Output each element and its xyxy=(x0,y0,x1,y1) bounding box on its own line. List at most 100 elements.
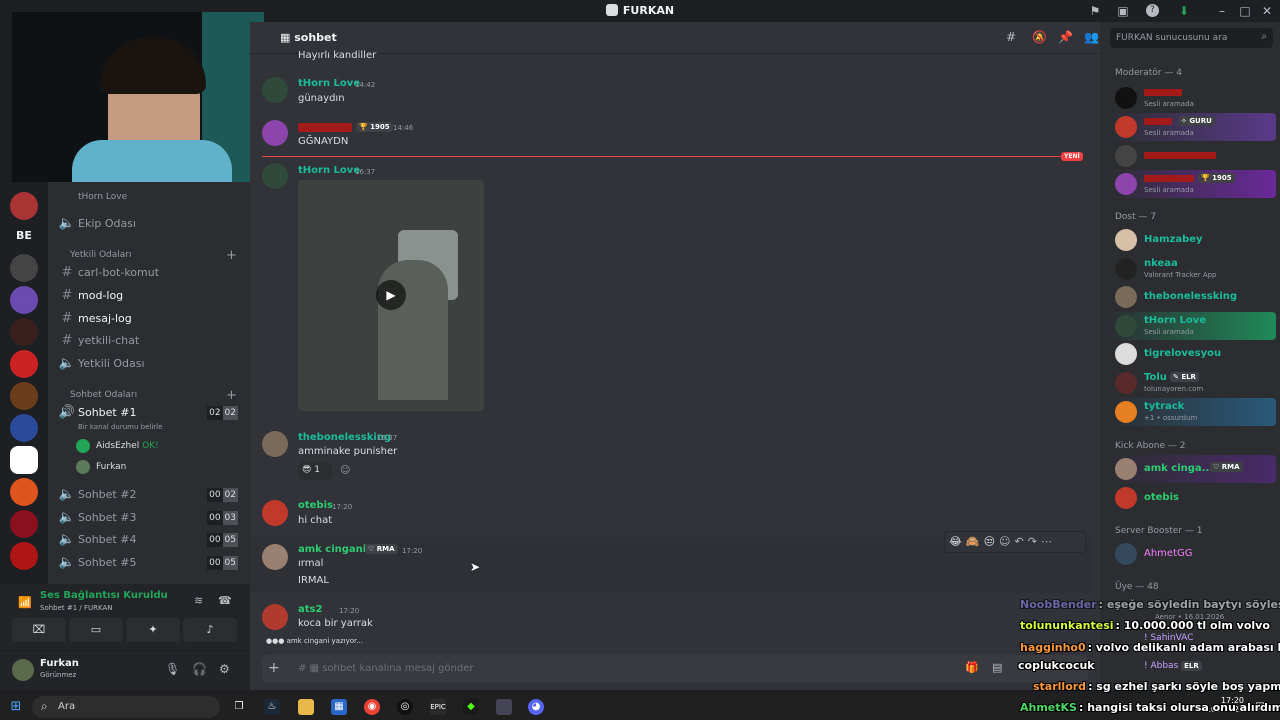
reaction[interactable]: 😎 1 xyxy=(298,462,332,480)
inbox-flag-icon[interactable]: ⚑ xyxy=(1087,3,1103,19)
channel-yetkili-chat[interactable]: # yetkili-chat xyxy=(56,331,242,351)
message-author[interactable]: ats2 xyxy=(298,604,322,615)
channel-ekip[interactable]: 🔈 Ekip Odası xyxy=(56,214,242,234)
server-icon[interactable] xyxy=(10,254,38,282)
message-input[interactable]: # ▦ sohbet kanalına mesaj gönder xyxy=(298,663,473,674)
store-icon[interactable]: ▦ xyxy=(331,699,347,715)
server-icon[interactable] xyxy=(10,510,38,538)
server-icon[interactable] xyxy=(10,446,38,474)
add-reaction-icon[interactable]: ☺ xyxy=(999,535,1014,548)
microphone-icon[interactable]: 🎙 xyxy=(165,662,180,676)
server-icon[interactable] xyxy=(10,318,38,346)
member-item[interactable]: tigrelovesyou xyxy=(1108,340,1276,368)
message-author[interactable]: tHorn Love xyxy=(298,165,360,176)
voice-channel-sohbet-5[interactable]: 🔈 Sohbet #5 00 05 xyxy=(56,553,242,573)
member-item[interactable]: tytrack +1 • ossurdum xyxy=(1108,398,1276,426)
server-icon[interactable] xyxy=(10,478,38,506)
kick-icon[interactable]: ◆ xyxy=(463,699,479,715)
message-author-redacted[interactable] xyxy=(298,123,352,132)
channel-mesaj-log[interactable]: # mesaj-log xyxy=(56,309,242,329)
member-item[interactable]: amk cinga... ♡ RMA xyxy=(1108,455,1276,483)
video-attachment[interactable]: ▶ xyxy=(298,180,484,411)
message-author[interactable]: otebis xyxy=(298,500,333,511)
channel-mod-log[interactable]: # mod-log xyxy=(56,286,242,306)
category-sohbet[interactable]: Sohbet Odaları + xyxy=(56,388,237,403)
gift-icon[interactable]: 🎁 xyxy=(965,661,979,674)
voice-user-row[interactable]: tHorn Love xyxy=(78,187,264,207)
member-name[interactable]: ! Abbas ELR xyxy=(1144,661,1202,671)
more-icon[interactable]: ⋯ xyxy=(1041,535,1056,548)
voice-user-furkan[interactable]: Furkan xyxy=(76,458,126,476)
headphones-icon[interactable]: 🎧 xyxy=(192,662,207,676)
settings-gear-icon[interactable]: ⚙ xyxy=(219,662,230,676)
voice-user-aidsezhel[interactable]: AidsEzhel OK! xyxy=(76,437,159,455)
add-reaction-icon[interactable]: ☺ xyxy=(340,465,350,476)
server-icon[interactable] xyxy=(10,542,38,570)
gif-icon[interactable]: ▤ xyxy=(992,661,1002,674)
voice-channel-sohbet-3[interactable]: 🔈 Sohbet #3 00 03 xyxy=(56,508,242,528)
avatar[interactable] xyxy=(262,544,288,570)
avatar[interactable] xyxy=(262,120,288,146)
emoji-reaction-icon[interactable]: 🙈 xyxy=(966,535,984,548)
member-item[interactable] xyxy=(1108,142,1276,170)
member-item[interactable]: Hamzabey xyxy=(1108,226,1276,254)
message-author[interactable]: amk cingani xyxy=(298,544,366,555)
emoji-reaction-icon[interactable]: 😒 xyxy=(984,535,999,548)
server-search-input[interactable]: FURKAN sunucusunu ara ⌕ xyxy=(1110,28,1273,48)
reply-icon[interactable]: ↶ xyxy=(1015,535,1028,548)
server-icon[interactable] xyxy=(10,350,38,378)
discord-icon[interactable]: ◕ xyxy=(528,699,544,715)
task-view-icon[interactable]: ❐ xyxy=(231,699,247,715)
obs-icon[interactable]: ◎ xyxy=(397,699,413,715)
file-explorer-icon[interactable] xyxy=(298,699,314,715)
member-list-icon[interactable]: 👥 xyxy=(1084,30,1099,44)
voice-channel-sohbet-4[interactable]: 🔈 Sohbet #4 00 05 xyxy=(56,530,242,550)
server-icon-be[interactable]: BE xyxy=(10,222,38,250)
add-channel-icon[interactable]: + xyxy=(226,248,237,263)
minimize-icon[interactable]: – xyxy=(1214,3,1230,19)
channel-yetkili-odasi[interactable]: 🔈 Yetkili Odası xyxy=(56,354,242,374)
play-icon[interactable]: ▶ xyxy=(376,280,406,310)
member-item[interactable]: thebonelessking xyxy=(1108,283,1276,311)
download-icon[interactable]: ⬇ xyxy=(1176,3,1192,19)
steam-icon[interactable]: ♨ xyxy=(264,699,280,715)
member-item[interactable]: otebis xyxy=(1108,484,1276,512)
avatar[interactable] xyxy=(262,500,288,526)
epic-games-icon[interactable]: EPIC xyxy=(430,699,446,715)
member-item[interactable]: nkeaa Valorant Tracker App xyxy=(1108,255,1276,283)
avatar[interactable] xyxy=(262,163,288,189)
noise-suppression-icon[interactable]: ≋ xyxy=(194,594,203,607)
server-icon[interactable] xyxy=(10,414,38,442)
avatar[interactable] xyxy=(262,431,288,457)
maximize-icon[interactable]: □ xyxy=(1237,3,1253,19)
voice-channel-sohbet-1[interactable]: 🔊 Sohbet #1 02 02 xyxy=(56,403,242,423)
category-yetkili[interactable]: Yetkili Odaları + xyxy=(56,248,237,263)
message-input-box[interactable]: + # ▦ sohbet kanalına mesaj gönder 🎁 ▤ xyxy=(262,655,1088,683)
voice-status[interactable]: Bir kanal durumu belirle xyxy=(78,423,162,431)
member-item[interactable]: AhmetGG xyxy=(1108,540,1276,568)
emoji-reaction-icon[interactable]: 😂 xyxy=(949,535,966,548)
avatar[interactable] xyxy=(12,659,34,681)
activity-button[interactable]: ✦ xyxy=(126,618,180,642)
help-icon[interactable]: ? xyxy=(1146,4,1159,17)
camera-button[interactable]: ⌧ xyxy=(12,618,66,642)
member-item[interactable]: ✧ GURU Sesli aramada xyxy=(1108,113,1276,141)
member-item[interactable]: Tolu ✎ ELR tolunayoren.com xyxy=(1108,369,1276,397)
member-item[interactable]: Sesli aramada xyxy=(1108,84,1276,112)
screen-share-button[interactable]: ▭ xyxy=(69,618,123,642)
mute-bell-icon[interactable]: 🔕 xyxy=(1032,30,1047,44)
chrome-icon[interactable]: ◉ xyxy=(364,699,380,715)
add-attachment-icon[interactable]: + xyxy=(268,660,280,676)
disconnect-icon[interactable]: ☎ xyxy=(218,594,232,607)
add-channel-icon[interactable]: + xyxy=(226,388,237,403)
taskbar-search[interactable]: ⌕ Ara xyxy=(32,696,220,718)
channel-carl-bot-komut[interactable]: # carl-bot-komut xyxy=(56,263,242,283)
avatar[interactable] xyxy=(262,77,288,103)
soundboard-button[interactable]: ♪ xyxy=(183,618,237,642)
server-icon[interactable] xyxy=(10,192,38,220)
server-icon[interactable] xyxy=(10,286,38,314)
pin-icon[interactable]: 📌 xyxy=(1058,30,1073,44)
close-icon[interactable]: ✕ xyxy=(1259,3,1275,19)
member-item[interactable]: 🏆 1905 Sesli aramada xyxy=(1108,170,1276,198)
avatar[interactable] xyxy=(262,604,288,630)
